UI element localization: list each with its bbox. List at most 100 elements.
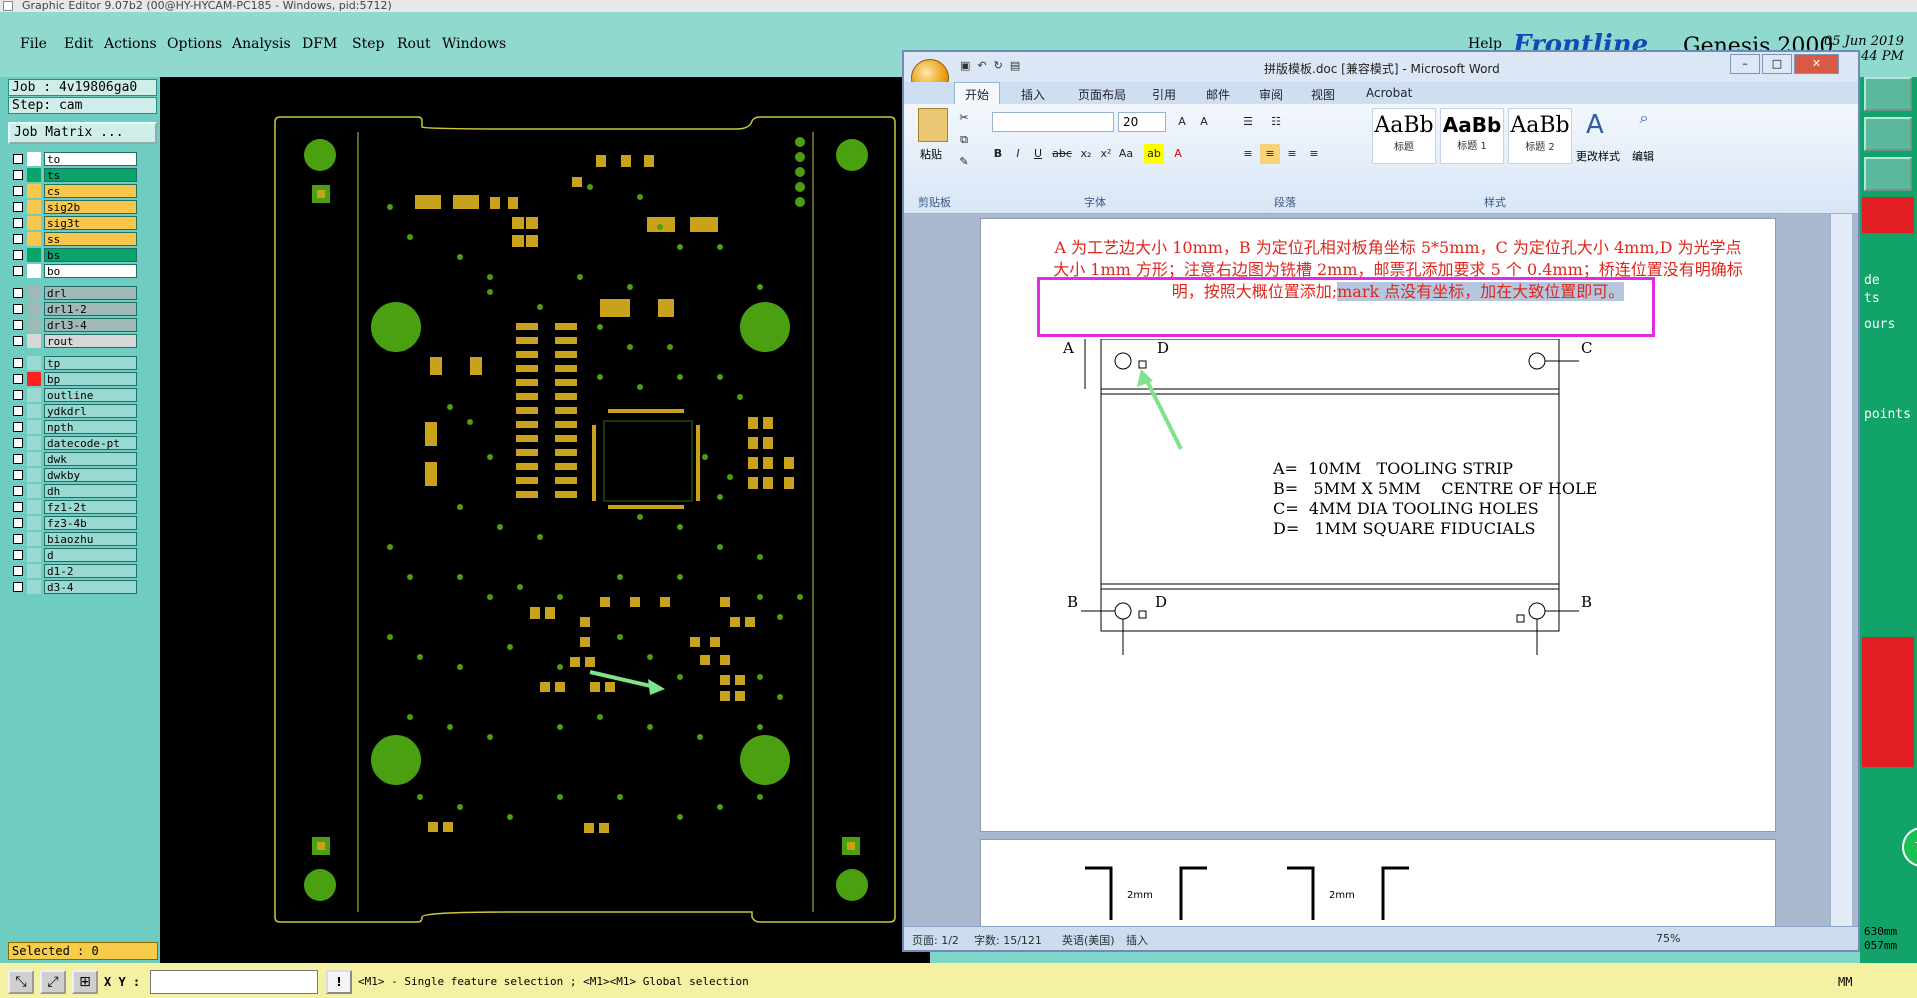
style-heading-1[interactable]: AaBb 标题 1 (1440, 108, 1504, 164)
layer-row[interactable]: rout (9, 333, 137, 349)
paste-icon[interactable] (918, 108, 948, 142)
layer-row[interactable]: bp (9, 371, 137, 387)
layer-checkbox[interactable] (13, 170, 23, 180)
page-indicator[interactable]: 页面: 1/2 (912, 932, 959, 948)
menu-analysis[interactable]: Analysis (232, 36, 291, 52)
underline-icon[interactable]: U (1028, 144, 1048, 164)
tab-review[interactable]: 审阅 (1259, 86, 1283, 103)
superscript-icon[interactable]: x² (1096, 144, 1116, 164)
menu-file[interactable]: File (20, 36, 47, 52)
highlight-icon[interactable]: ab (1144, 144, 1164, 164)
redo-icon[interactable]: ↻ (994, 59, 1003, 72)
layer-checkbox[interactable] (13, 406, 23, 416)
menu-rout[interactable]: Rout (397, 36, 431, 52)
document-page-1[interactable]: A 为工艺边大小 10mm，B 为定位孔相对板角坐标 5*5mm，C 为定位孔大… (980, 218, 1776, 832)
layer-row[interactable]: ydkdrl (9, 403, 137, 419)
layer-row[interactable]: bs (9, 247, 137, 263)
layer-checkbox[interactable] (13, 374, 23, 384)
layer-checkbox[interactable] (13, 390, 23, 400)
word-count[interactable]: 字数: 15/121 (974, 932, 1042, 948)
menu-dfm[interactable]: DFM (302, 36, 337, 52)
justify-icon[interactable]: ≡ (1304, 144, 1324, 164)
layer-row[interactable]: to (9, 151, 137, 167)
bold-icon[interactable]: B (988, 144, 1008, 164)
layer-checkbox[interactable] (13, 288, 23, 298)
font-color-icon[interactable]: A (1168, 144, 1188, 164)
layer-row[interactable]: datecode-pt (9, 435, 137, 451)
layer-checkbox[interactable] (13, 486, 23, 496)
layer-checkbox[interactable] (13, 186, 23, 196)
menu-actions[interactable]: Actions (104, 36, 157, 52)
layer-row[interactable]: ss (9, 231, 137, 247)
strikethrough-icon[interactable]: abc (1052, 144, 1072, 164)
vertical-scrollbar[interactable] (1830, 214, 1852, 926)
layer-checkbox[interactable] (13, 266, 23, 276)
measure-tool-button[interactable]: ⤢ (40, 970, 66, 994)
layer-checkbox[interactable] (13, 234, 23, 244)
layer-row[interactable]: fz1-2t (9, 499, 137, 515)
style-heading-2[interactable]: AaBb 标题 2 (1508, 108, 1572, 164)
layer-checkbox[interactable] (13, 358, 23, 368)
font-size-box[interactable]: 20 (1118, 112, 1166, 132)
change-styles-icon[interactable]: A (1586, 110, 1604, 140)
layer-row[interactable]: drl3-4 (9, 317, 137, 333)
menu-windows[interactable]: Windows (442, 36, 506, 52)
align-center-icon[interactable]: ≡ (1260, 144, 1280, 164)
align-left-icon[interactable]: ≡ (1238, 144, 1258, 164)
layer-checkbox[interactable] (13, 454, 23, 464)
tab-page-layout[interactable]: 页面布局 (1078, 86, 1126, 103)
layer-row[interactable]: d (9, 547, 137, 563)
layer-checkbox[interactable] (13, 518, 23, 528)
layer-row[interactable]: cs (9, 183, 137, 199)
layer-checkbox[interactable] (13, 422, 23, 432)
cut-icon[interactable]: ✂ (954, 108, 974, 128)
layer-checkbox[interactable] (13, 218, 23, 228)
layer-row[interactable]: sig2b (9, 199, 137, 215)
insert-mode[interactable]: 插入 (1126, 932, 1148, 948)
menu-step[interactable]: Step (352, 36, 384, 52)
subscript-icon[interactable]: x₂ (1076, 144, 1096, 164)
layer-checkbox[interactable] (13, 534, 23, 544)
tab-home[interactable]: 开始 (954, 82, 1001, 104)
graphic-canvas[interactable] (160, 77, 930, 963)
grid-tool-button[interactable]: ⊞ (72, 970, 98, 994)
numbering-icon[interactable]: ☷ (1266, 112, 1286, 132)
layer-checkbox[interactable] (13, 438, 23, 448)
document-page-2[interactable]: 2mm 2mm (980, 839, 1776, 926)
minimize-button[interactable]: – (1730, 54, 1760, 74)
tab-references[interactable]: 引用 (1152, 86, 1176, 103)
xy-input[interactable] (150, 970, 318, 994)
layer-checkbox[interactable] (13, 566, 23, 576)
layer-row[interactable]: drl1-2 (9, 301, 137, 317)
layer-checkbox[interactable] (13, 250, 23, 260)
layer-checkbox[interactable] (13, 582, 23, 592)
tab-view[interactable]: 视图 (1311, 86, 1335, 103)
tab-acrobat[interactable]: Acrobat (1366, 86, 1412, 100)
layer-checkbox[interactable] (13, 202, 23, 212)
italic-icon[interactable]: I (1008, 144, 1028, 164)
layer-row[interactable]: dwk (9, 451, 137, 467)
tool-button[interactable] (1864, 77, 1912, 111)
find-icon[interactable]: ⌕ (1624, 108, 1664, 138)
menu-options[interactable]: Options (167, 36, 222, 52)
job-matrix-button[interactable]: Job Matrix ... (8, 122, 157, 144)
layer-row[interactable]: ts (9, 167, 137, 183)
zoom-level[interactable]: 75% (1656, 932, 1680, 945)
tab-insert[interactable]: 插入 (1021, 86, 1045, 103)
copy-icon[interactable]: ⧉ (954, 130, 974, 150)
menu-edit[interactable]: Edit (64, 36, 93, 52)
tool-button[interactable] (1864, 117, 1912, 151)
close-button[interactable]: ✕ (1794, 54, 1839, 74)
layer-row[interactable]: drl (9, 285, 137, 301)
shrink-font-icon[interactable]: A (1194, 112, 1214, 132)
layer-checkbox[interactable] (13, 304, 23, 314)
tab-mailings[interactable]: 邮件 (1206, 86, 1230, 103)
alert-icon[interactable]: ! (326, 970, 352, 994)
layer-row[interactable]: dh (9, 483, 137, 499)
tool-button[interactable] (1864, 157, 1912, 191)
font-name-box[interactable] (992, 112, 1114, 132)
layer-row[interactable]: bo (9, 263, 137, 279)
style-title[interactable]: AaBb 标题 (1372, 108, 1436, 164)
layer-row[interactable]: dwkby (9, 467, 137, 483)
save-icon[interactable]: ▣ (960, 59, 970, 72)
